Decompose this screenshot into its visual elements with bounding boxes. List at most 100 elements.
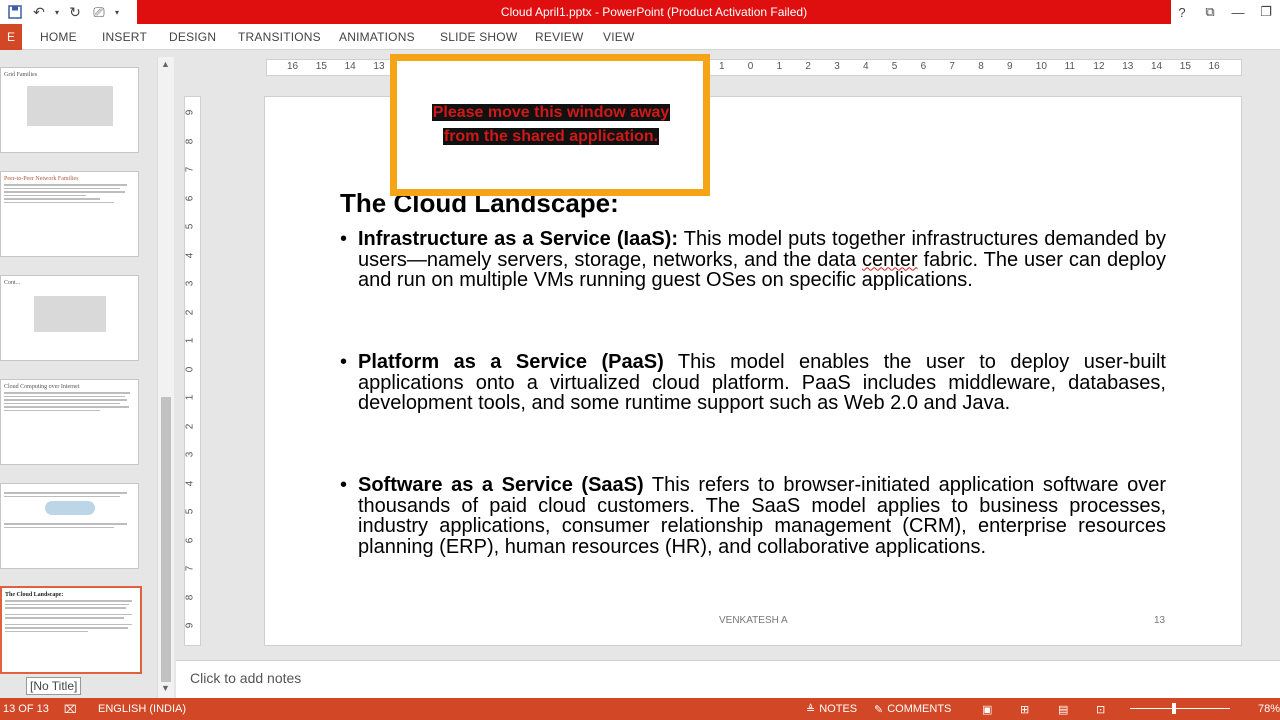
slide-count: 13 OF 13 [3,703,49,715]
ruler-tick-label: 2 [805,61,811,72]
thumbnail-scrollbar[interactable]: ▲ ▼ [157,57,174,698]
comments-icon: ✎ [874,703,884,716]
ruler-tick-label: 4 [184,480,196,486]
slide-show-icon[interactable]: ⊡ [1096,698,1105,720]
tab-animations[interactable]: ANIMATIONS [339,24,415,50]
ruler-tick-label: 14 [344,61,356,72]
ruler-tick-label: 6 [184,195,196,201]
ruler-tick-label: 6 [920,61,927,72]
bullet-paas[interactable]: Platform as a Service (PaaS) This model … [340,352,1166,414]
thumbnail-tooltip: [No Title] [26,677,82,695]
ruler-tick-label: 2 [184,423,196,429]
thumbnail-title: Cont... [4,280,21,286]
status-bar: 13 OF 13 ⌧ ENGLISH (INDIA) ≜ NOTES ✎ COMME… [0,698,1280,720]
ruler-tick-label: 5 [184,508,196,515]
bullet-saas[interactable]: Software as a Service (SaaS) This refers… [340,475,1166,557]
ruler-tick-label: 16 [287,61,299,72]
ruler-tick-label: 7 [184,166,196,173]
quick-access-toolbar: ↶ ▾ ↻ ⎚ ▾ [0,0,138,24]
thumbnail-title: Cloud Computing over Internet [4,384,80,390]
window-controls: ? ⧉ — ❐ [1168,0,1280,24]
tab-file[interactable]: E [0,24,22,50]
ruler-tick-label: 7 [949,61,955,72]
slide-thumbnail[interactable]: Cont... [0,275,139,361]
screen-share-warning: Please move this window away from the sh… [390,54,710,196]
comments-button[interactable]: ✎ COMMENTS [874,698,951,720]
tab-transitions[interactable]: TRANSITIONS [238,24,321,50]
thumbnail-table [33,296,106,332]
ruler-tick-label: 7 [184,565,196,572]
ruler-tick-label: 8 [184,594,196,600]
slide-thumbnail[interactable] [0,483,139,569]
redo-icon[interactable]: ↻ [64,1,86,23]
ruler-tick-label: 6 [184,537,196,543]
minimize-icon[interactable]: — [1224,5,1252,20]
undo-dropdown-icon[interactable]: ▾ [52,1,62,23]
restore-icon[interactable]: ❐ [1252,4,1280,20]
slide-footer: VENKATESH A [719,615,788,626]
tab-insert[interactable]: INSERT [102,24,147,50]
slide-thumbnail[interactable]: Grid Families [0,67,139,153]
ruler-tick-label: 3 [184,280,196,287]
slide-thumbnail-selected[interactable]: The Cloud Landscape: [0,586,142,674]
reading-view-icon[interactable]: ▤ [1058,698,1068,720]
ribbon-tabs: E HOME INSERT DESIGN TRANSITIONS ANIMATI… [0,24,1280,50]
tab-slide-show[interactable]: SLIDE SHOW [440,24,517,50]
ruler-tick-label: 5 [184,223,196,230]
ruler-tick-label: 14 [1151,61,1163,72]
slide-sorter-icon[interactable]: ⊞ [1020,698,1029,720]
ruler-tick-label: 1 [776,61,783,72]
spellcheck-word: center [862,248,918,271]
tab-review[interactable]: REVIEW [535,24,584,50]
scroll-down-icon[interactable]: ▼ [161,683,170,693]
notes-label: NOTES [819,703,858,715]
slide-thumbnail[interactable]: Cloud Computing over Internet [0,379,139,465]
ruler-tick-label: 4 [184,252,196,258]
thumbnail-title: Grid Families [4,72,38,78]
help-icon[interactable]: ? [1168,5,1196,20]
ruler-tick-label: 13 [1122,61,1134,72]
ruler-tick-label: 10 [1035,61,1047,72]
bullet-iaas-heading: Infrastructure as a Service (IaaS): [358,228,679,250]
tab-design[interactable]: DESIGN [169,24,216,50]
ruler-tick-label: 1 [719,61,725,72]
ruler-tick-label: 2 [184,309,196,315]
ruler-tick-label: 9 [184,109,196,116]
ruler-tick-label: 8 [184,138,196,144]
ruler-tick-label: 11 [1064,61,1075,72]
warning-line-2: from the shared application. [442,128,660,145]
zoom-slider-knob[interactable] [1172,703,1176,714]
thumbnail-image [26,86,113,126]
ruler-tick-label: 15 [315,61,327,72]
slide-thumbnail[interactable]: Peer-to-Peer Network Families [0,171,139,257]
ribbon-display-icon[interactable]: ⧉ [1196,4,1224,20]
zoom-level[interactable]: 78% [1258,698,1280,720]
thumbnail-title: The Cloud Landscape: [5,592,64,598]
spellcheck-icon[interactable]: ⌧ [64,698,77,720]
notes-icon: ≜ [806,703,816,716]
zoom-slider[interactable] [1130,708,1230,709]
scroll-up-icon[interactable]: ▲ [161,59,170,69]
notes-pane[interactable]: Click to add notes [176,660,1280,698]
slide-number: 13 [1154,615,1166,626]
thumbnail-cloud-image [44,501,95,515]
normal-view-icon[interactable]: ▣ [982,698,992,720]
notes-placeholder[interactable]: Click to add notes [190,670,301,686]
tab-home[interactable]: HOME [40,24,77,50]
save-icon[interactable] [4,1,26,23]
ruler-tick-label: 12 [1093,61,1105,72]
undo-icon[interactable]: ↶ [28,1,50,23]
scrollbar-thumb[interactable] [161,397,171,682]
customize-qat-icon[interactable]: ▾ [112,1,122,23]
language-indicator[interactable]: ENGLISH (INDIA) [98,698,186,720]
screen-share-warning-text: Please move this window away from the sh… [421,101,681,149]
warning-line-1: Please move this window away [431,104,671,121]
ruler-tick-label: 9 [184,622,196,629]
notes-button[interactable]: ≜ NOTES [806,698,857,720]
present-icon[interactable]: ⎚ [88,1,110,23]
ruler-tick-label: 9 [1007,61,1013,72]
ruler-tick-label: 0 [184,366,196,372]
vertical-ruler: 9 8 7 6 5 4 3 2 1 0 1 2 3 4 5 6 7 8 9 [184,96,201,646]
bullet-iaas[interactable]: Infrastructure as a Service (IaaS): This… [340,229,1166,291]
tab-view[interactable]: VIEW [603,24,634,50]
